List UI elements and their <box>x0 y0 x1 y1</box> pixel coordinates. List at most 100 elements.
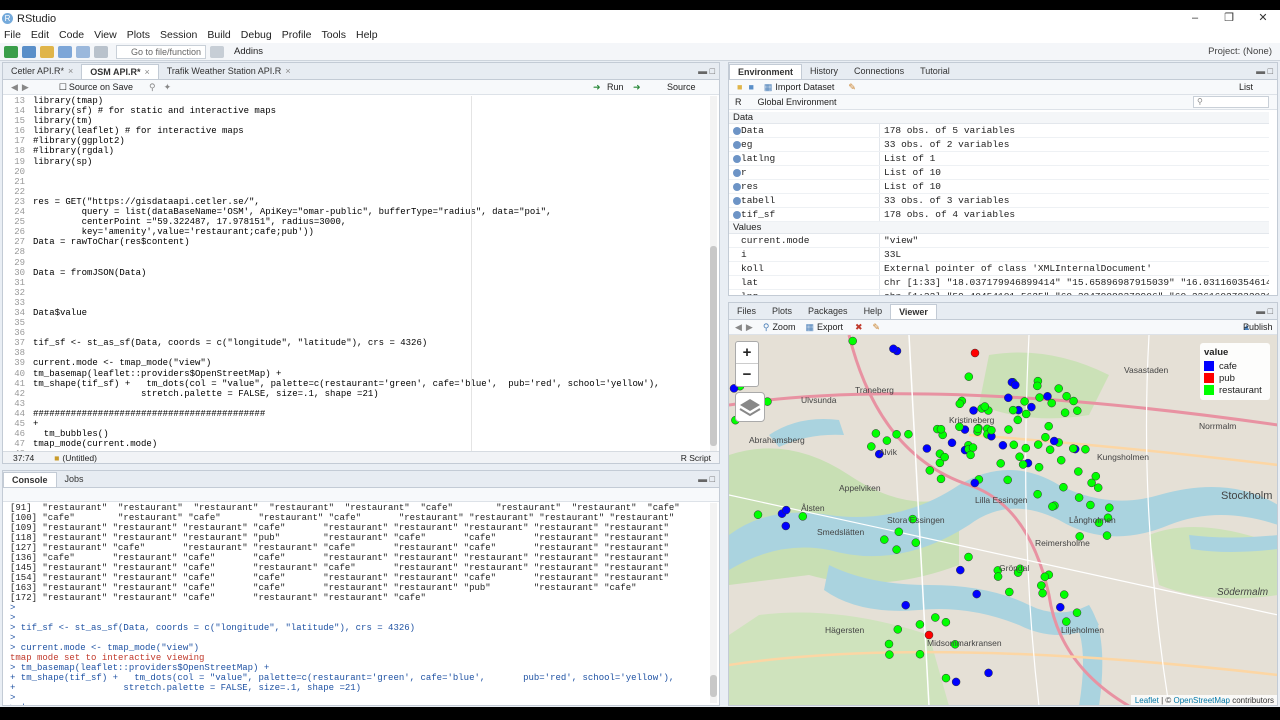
scrollbar-thumb[interactable] <box>710 675 717 697</box>
code-line[interactable]: 25 centerPoint ="59.322487, 17.978151", … <box>3 217 715 227</box>
go-to-file-input[interactable]: Go to file/function <box>116 44 206 59</box>
pane-minmax-icon[interactable]: ▬ □ <box>698 66 715 76</box>
code-line[interactable]: 47 tmap_mode(current.mode) <box>3 439 715 449</box>
forward-icon[interactable]: ▶ <box>22 82 29 93</box>
tab-jobs[interactable]: Jobs <box>57 472 92 487</box>
code-line[interactable]: 34 Data$value <box>3 308 715 318</box>
expand-icon[interactable] <box>733 197 741 205</box>
poi-marker[interactable] <box>1044 421 1053 431</box>
poi-marker[interactable] <box>1015 452 1024 461</box>
console-output[interactable]: [91] "restaurant" "restaurant" "restaura… <box>3 503 715 705</box>
pane-minmax-icon[interactable]: ▬ □ <box>1256 66 1273 76</box>
poi-marker[interactable] <box>936 424 946 434</box>
export-button[interactable]: Export <box>817 322 843 332</box>
close-tab-icon[interactable]: × <box>285 66 290 76</box>
code-line[interactable]: 29 <box>3 258 715 268</box>
poi-marker[interactable] <box>931 613 940 622</box>
poi-marker[interactable] <box>1020 397 1029 406</box>
code-line[interactable]: 38 <box>3 348 715 358</box>
console-scrollbar[interactable] <box>710 503 717 703</box>
expand-icon[interactable] <box>733 169 741 177</box>
poi-marker[interactable] <box>998 441 1008 450</box>
poi-marker[interactable] <box>980 402 990 411</box>
poi-marker[interactable] <box>915 649 925 659</box>
poi-marker[interactable] <box>1008 405 1018 415</box>
tab-console[interactable]: Console <box>3 472 57 487</box>
poi-marker[interactable] <box>1027 402 1036 412</box>
tab-connections[interactable]: Connections <box>846 64 912 79</box>
environment-row[interactable]: koll External pointer of class 'XMLIntern… <box>729 262 1269 276</box>
poi-marker[interactable] <box>1037 581 1046 590</box>
zoom-button[interactable]: Zoom <box>772 322 795 332</box>
open-file-icon[interactable] <box>40 45 54 58</box>
tab-help[interactable]: Help <box>856 304 891 319</box>
close-icon[interactable]: ✕ <box>1246 10 1280 27</box>
expand-icon[interactable] <box>733 155 741 163</box>
environment-row[interactable]: i 33L <box>729 248 1269 262</box>
code-line[interactable]: 39 current.mode <- tmap_mode("view") <box>3 358 715 368</box>
poi-marker[interactable] <box>904 429 913 439</box>
list-mode-dropdown[interactable]: List <box>1239 82 1253 92</box>
menu-tools[interactable]: Tools <box>321 29 346 41</box>
code-line[interactable]: 46 tm_bubbles() <box>3 429 715 439</box>
zoom-out-button[interactable]: − <box>736 364 758 386</box>
poi-marker[interactable] <box>973 424 983 434</box>
broom-icon[interactable]: ✎ <box>873 322 881 333</box>
code-line[interactable]: 26 key='amenity',value='restaurant;cafe;… <box>3 227 715 237</box>
code-line[interactable]: 24 query = list(dataBaseName='OSM', ApiK… <box>3 207 715 217</box>
back-icon[interactable]: ◀ <box>735 322 742 333</box>
code-line[interactable]: 18 #library(rgdal) <box>3 146 715 156</box>
poi-marker[interactable] <box>1069 396 1078 406</box>
grid-icon[interactable] <box>210 45 224 58</box>
poi-marker[interactable] <box>1035 393 1044 402</box>
poi-marker[interactable] <box>880 535 889 544</box>
search-icon[interactable]: ⚲ <box>149 82 156 93</box>
poi-marker[interactable] <box>1087 478 1096 488</box>
menu-file[interactable]: File <box>4 29 21 41</box>
poi-marker[interactable] <box>1068 444 1078 453</box>
forward-icon[interactable]: ▶ <box>746 322 753 333</box>
load-workspace-icon[interactable]: ■ <box>737 82 742 92</box>
poi-marker[interactable] <box>1013 415 1023 425</box>
tab-environment[interactable]: Environment <box>729 64 803 79</box>
layers-control[interactable] <box>735 392 765 422</box>
editor-scrollbar[interactable] <box>710 96 717 454</box>
tab-files[interactable]: Files <box>729 304 764 319</box>
poi-marker[interactable] <box>972 589 981 599</box>
code-line[interactable]: 23 res = GET("https://gisdataapi.cetler.s… <box>3 197 715 207</box>
minimize-icon[interactable]: – <box>1178 10 1212 27</box>
poi-marker[interactable] <box>781 521 791 531</box>
code-line[interactable]: 14 library(sf) # for static and interacti… <box>3 106 715 116</box>
environment-row[interactable]: lngchr [1:33] "59.40454101 5625" "60.384… <box>729 290 1269 295</box>
code-line[interactable]: 20 <box>3 167 715 177</box>
poi-marker[interactable] <box>987 425 996 435</box>
poi-marker[interactable] <box>911 538 921 547</box>
tab-packages[interactable]: Packages <box>800 304 856 319</box>
poi-marker[interactable] <box>1045 445 1055 454</box>
poi-marker[interactable] <box>915 620 925 629</box>
menu-code[interactable]: Code <box>59 29 84 41</box>
poi-marker[interactable] <box>889 344 898 354</box>
poi-marker[interactable] <box>940 452 949 462</box>
leaflet-link[interactable]: Leaflet <box>1135 696 1159 705</box>
new-project-icon[interactable] <box>22 45 36 58</box>
poi-marker[interactable] <box>1018 460 1028 469</box>
environment-row[interactable]: r List of 10 <box>729 166 1269 180</box>
poi-marker[interactable] <box>1003 475 1012 485</box>
poi-marker[interactable] <box>970 478 980 488</box>
poi-marker[interactable] <box>1059 482 1068 492</box>
tab-plots[interactable]: Plots <box>764 304 800 319</box>
menu-view[interactable]: View <box>94 29 117 41</box>
scrollbar-thumb[interactable] <box>710 246 717 446</box>
save-workspace-icon[interactable]: ■ <box>748 82 753 92</box>
poi-marker[interactable] <box>955 399 965 409</box>
expand-icon[interactable] <box>733 211 741 219</box>
poi-marker[interactable] <box>892 430 901 439</box>
tab-viewer[interactable]: Viewer <box>890 304 937 319</box>
wand-icon[interactable]: ✦ <box>164 82 172 93</box>
poi-marker[interactable] <box>1040 572 1050 582</box>
poi-marker[interactable] <box>884 639 894 649</box>
zoom-in-button[interactable]: + <box>736 342 758 364</box>
code-line[interactable]: 33 <box>3 298 715 308</box>
poi-marker[interactable] <box>1011 380 1020 390</box>
